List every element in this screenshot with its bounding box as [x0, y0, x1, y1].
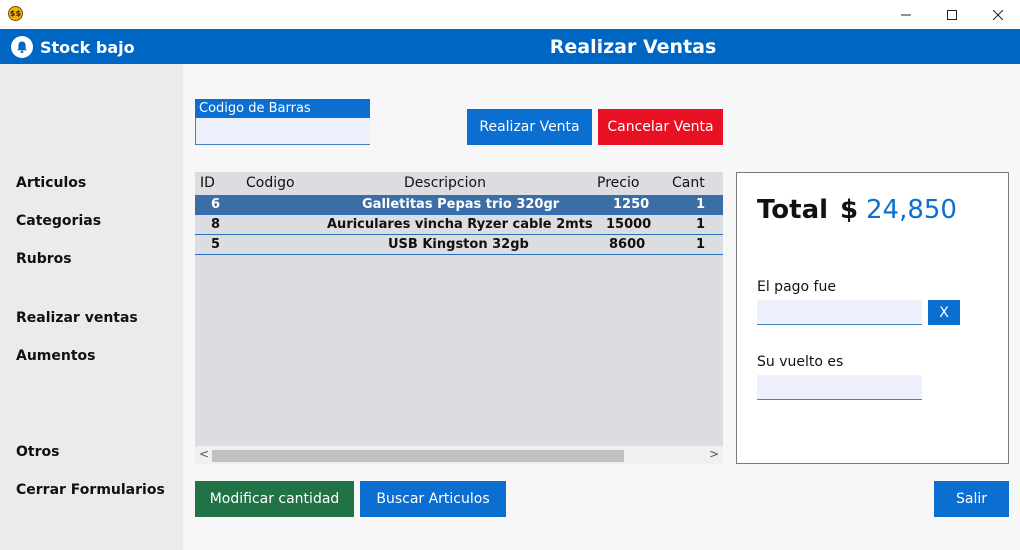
- cell-id: 8: [211, 217, 221, 232]
- minimize-icon: [901, 14, 911, 15]
- exit-button[interactable]: Salir: [934, 481, 1009, 517]
- currency-symbol: $: [840, 195, 859, 225]
- horizontal-scrollbar[interactable]: < >: [195, 446, 723, 464]
- sidebar-item-otros[interactable]: Otros: [16, 444, 59, 460]
- make-sale-button[interactable]: Realizar Venta: [467, 109, 592, 145]
- cell-precio: 8600: [609, 237, 646, 252]
- payment-label: El pago fue: [757, 279, 836, 295]
- table-header: ID Codigo Descripcion Precio Cant: [195, 172, 723, 195]
- minimize-button[interactable]: [883, 0, 929, 29]
- app-logo-icon: $$: [8, 6, 23, 21]
- cell-descripcion: Auriculares vincha Ryzer cable 2mts: [327, 217, 593, 232]
- sidebar-item-realizar-ventas[interactable]: Realizar ventas: [16, 310, 138, 326]
- change-output[interactable]: [757, 375, 922, 400]
- table-row[interactable]: 6 Galletitas Pepas trio 320gr 1250 1: [195, 195, 723, 215]
- payment-input[interactable]: [757, 300, 922, 325]
- column-header-cant[interactable]: Cant: [672, 173, 705, 193]
- barcode-label: Codigo de Barras: [195, 99, 370, 118]
- search-articles-button[interactable]: Buscar Articulos: [360, 481, 506, 517]
- cell-descripcion: USB Kingston 32gb: [388, 237, 529, 252]
- column-header-id[interactable]: ID: [200, 173, 215, 193]
- cell-descripcion: Galletitas Pepas trio 320gr: [362, 197, 560, 212]
- cell-precio: 15000: [606, 217, 652, 232]
- close-icon: [993, 9, 1003, 20]
- cancel-sale-button[interactable]: Cancelar Venta: [598, 109, 723, 145]
- scrollbar-thumb[interactable]: [212, 450, 624, 462]
- total-amount: 24,850: [866, 195, 957, 225]
- change-label: Su vuelto es: [757, 354, 844, 370]
- cell-cant: 1: [696, 217, 706, 232]
- sales-table[interactable]: ID Codigo Descripcion Precio Cant 6 Gall…: [195, 172, 723, 464]
- sidebar: [0, 64, 183, 550]
- column-header-codigo[interactable]: Codigo: [246, 173, 295, 193]
- sidebar-item-categorias[interactable]: Categorias: [16, 213, 101, 229]
- modify-quantity-button[interactable]: Modificar cantidad: [195, 481, 354, 517]
- cell-cant: 1: [696, 237, 706, 252]
- clear-payment-button[interactable]: X: [928, 300, 960, 325]
- cell-id: 5: [211, 237, 221, 252]
- barcode-input[interactable]: [195, 118, 370, 145]
- maximize-icon: [947, 9, 957, 20]
- sidebar-item-rubros[interactable]: Rubros: [16, 251, 72, 267]
- cell-id: 6: [211, 197, 221, 212]
- sidebar-item-articulos[interactable]: Articulos: [16, 175, 86, 191]
- column-header-precio[interactable]: Precio: [597, 173, 639, 193]
- cell-cant: 1: [696, 197, 706, 212]
- close-button[interactable]: [975, 0, 1020, 29]
- cell-precio: 1250: [613, 197, 650, 212]
- page-title: Realizar Ventas: [549, 36, 717, 58]
- table-row[interactable]: 8 Auriculares vincha Ryzer cable 2mts 15…: [195, 215, 723, 235]
- total-label: Total: [757, 195, 829, 225]
- column-header-descripcion[interactable]: Descripcion: [404, 173, 486, 193]
- maximize-button[interactable]: [929, 0, 975, 29]
- sidebar-item-cerrar-formularios[interactable]: Cerrar Formularios: [16, 482, 165, 498]
- sidebar-item-aumentos[interactable]: Aumentos: [16, 348, 96, 364]
- scroll-left-arrow-icon[interactable]: <: [199, 447, 209, 461]
- scroll-right-arrow-icon[interactable]: >: [709, 447, 719, 461]
- window-titlebar: $$: [0, 0, 1020, 29]
- table-row[interactable]: 5 USB Kingston 32gb 8600 1: [195, 235, 723, 255]
